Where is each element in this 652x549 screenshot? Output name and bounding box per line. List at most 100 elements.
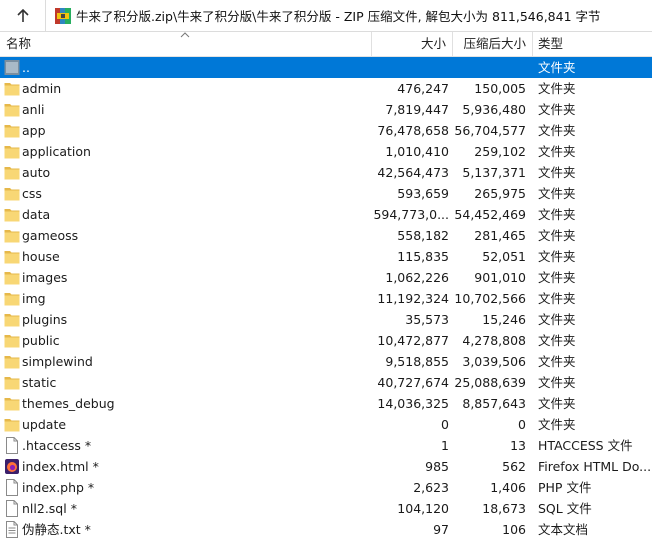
file-packed-size: 10,702,566	[454, 291, 526, 306]
file-size: 476,247	[397, 81, 449, 96]
file-type: 文件夹	[538, 144, 576, 159]
file-row[interactable]: .. 文件夹	[0, 57, 652, 78]
file-packed-size: 18,673	[482, 501, 526, 516]
file-row[interactable]: css 593,659 265,975 文件夹	[0, 183, 652, 204]
file-size-cell: 594,773,0...	[372, 204, 452, 225]
column-header-type-label: 类型	[538, 36, 564, 51]
file-row[interactable]: gameoss 558,182 281,465 文件夹	[0, 225, 652, 246]
file-name: gameoss	[22, 228, 79, 243]
file-packed-size: 54,452,469	[454, 207, 526, 222]
file-packed-size: 901,010	[474, 270, 526, 285]
file-name: app	[22, 123, 46, 138]
file-row[interactable]: simplewind 9,518,855 3,039,506 文件夹	[0, 351, 652, 372]
file-row[interactable]: index.html * 985 562 Firefox HTML Do...	[0, 456, 652, 477]
file-row[interactable]: nll2.sql * 104,120 18,673 SQL 文件	[0, 498, 652, 519]
file-row[interactable]: img 11,192,324 10,702,566 文件夹	[0, 288, 652, 309]
column-header-type[interactable]: 类型	[538, 32, 648, 56]
file-type: 文件夹	[538, 81, 576, 96]
file-type: HTACCESS 文件	[538, 438, 633, 453]
address-bar: 牛来了积分版.zip\牛来了积分版\牛来了积分版 - ZIP 压缩文件, 解包大…	[0, 0, 652, 32]
file-type: 文件夹	[538, 312, 576, 327]
folder-icon	[4, 227, 20, 244]
file-row[interactable]: application 1,010,410 259,102 文件夹	[0, 141, 652, 162]
file-row[interactable]: static 40,727,674 25,088,639 文件夹	[0, 372, 652, 393]
file-size-cell	[372, 57, 452, 78]
folder-icon	[4, 122, 20, 139]
folder-icon	[4, 374, 20, 391]
file-size-cell: 10,472,877	[372, 330, 452, 351]
folder-icon	[4, 353, 20, 370]
file-type: 文件夹	[538, 165, 576, 180]
folder-icon	[4, 269, 20, 286]
file-name: admin	[22, 81, 62, 96]
file-row[interactable]: app 76,478,658 56,704,577 文件夹	[0, 120, 652, 141]
file-type: PHP 文件	[538, 480, 592, 495]
file-size-cell: 1,062,226	[372, 267, 452, 288]
file-row[interactable]: admin 476,247 150,005 文件夹	[0, 78, 652, 99]
file-row[interactable]: anli 7,819,447 5,936,480 文件夹	[0, 99, 652, 120]
file-type: 文件夹	[538, 354, 576, 369]
file-name: house	[22, 249, 60, 264]
folder-icon	[4, 80, 20, 97]
file-row[interactable]: 伪静态.txt * 97 106 文本文档	[0, 519, 652, 540]
file-icon	[4, 479, 20, 496]
file-size-cell: 115,835	[372, 246, 452, 267]
column-header-size[interactable]: 大小	[372, 32, 452, 56]
file-size: 558,182	[397, 228, 449, 243]
file-packed-size: 13	[510, 438, 526, 453]
file-type: 文件夹	[538, 207, 576, 222]
file-size-cell: 104,120	[372, 498, 452, 519]
file-row[interactable]: data 594,773,0... 54,452,469 文件夹	[0, 204, 652, 225]
file-type: 文本文档	[538, 522, 589, 537]
file-packed-size: 150,005	[474, 81, 526, 96]
file-size: 1,062,226	[385, 270, 449, 285]
file-packed-size: 265,975	[474, 186, 526, 201]
file-name: anli	[22, 102, 45, 117]
firefox-html-icon	[4, 458, 20, 475]
up-folder-button[interactable]	[0, 0, 46, 31]
file-size-cell: 14,036,325	[372, 393, 452, 414]
file-size: 7,819,447	[385, 102, 449, 117]
file-size-cell: 40,727,674	[372, 372, 452, 393]
file-type: 文件夹	[538, 291, 576, 306]
column-divider[interactable]	[532, 32, 533, 56]
file-name: update	[22, 417, 67, 432]
folder-icon	[4, 101, 20, 118]
file-row[interactable]: update 0 0 文件夹	[0, 414, 652, 435]
file-packed-size: 52,051	[482, 249, 526, 264]
file-size-cell: 1	[372, 435, 452, 456]
file-row[interactable]: auto 42,564,473 5,137,371 文件夹	[0, 162, 652, 183]
file-type: 文件夹	[538, 123, 576, 138]
file-name: css	[22, 186, 42, 201]
file-packed-size: 259,102	[474, 144, 526, 159]
path-field[interactable]: 牛来了积分版.zip\牛来了积分版\牛来了积分版 - ZIP 压缩文件, 解包大…	[54, 0, 652, 31]
column-header-packed[interactable]: 压缩后大小	[453, 32, 532, 56]
file-name: auto	[22, 165, 51, 180]
file-size: 1	[441, 438, 449, 453]
file-packed-size: 4,278,808	[462, 333, 526, 348]
file-size: 593,659	[397, 186, 449, 201]
folder-icon	[4, 164, 20, 181]
file-packed-size: 3,039,506	[462, 354, 526, 369]
sort-ascending-icon	[180, 32, 190, 38]
file-row[interactable]: .htaccess * 1 13 HTACCESS 文件	[0, 435, 652, 456]
file-size-cell: 593,659	[372, 183, 452, 204]
file-type: 文件夹	[538, 186, 576, 201]
file-name: static	[22, 375, 57, 390]
file-row[interactable]: plugins 35,573 15,246 文件夹	[0, 309, 652, 330]
file-row[interactable]: images 1,062,226 901,010 文件夹	[0, 267, 652, 288]
file-row[interactable]: themes_debug 14,036,325 8,857,643 文件夹	[0, 393, 652, 414]
file-row[interactable]: index.php * 2,623 1,406 PHP 文件	[0, 477, 652, 498]
column-header-size-label: 大小	[420, 36, 446, 51]
column-header-name-label: 名称	[6, 36, 32, 51]
file-packed-size: 0	[518, 417, 526, 432]
file-type: 文件夹	[538, 396, 576, 411]
file-row[interactable]: public 10,472,877 4,278,808 文件夹	[0, 330, 652, 351]
file-name: plugins	[22, 312, 68, 327]
file-row[interactable]: house 115,835 52,051 文件夹	[0, 246, 652, 267]
file-size: 1,010,410	[385, 144, 449, 159]
file-name: nll2.sql *	[22, 501, 77, 516]
file-size-cell: 76,478,658	[372, 120, 452, 141]
archive-path: 牛来了积分版.zip\牛来了积分版\牛来了积分版 - ZIP 压缩文件, 解包大…	[76, 9, 601, 24]
file-size-cell: 985	[372, 456, 452, 477]
